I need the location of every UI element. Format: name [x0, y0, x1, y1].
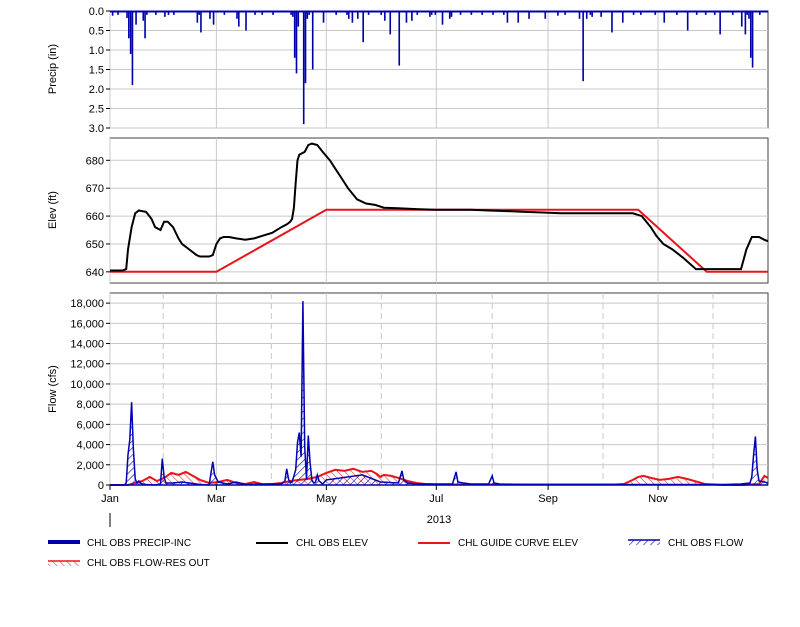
x-tick-label: May	[316, 493, 337, 505]
precip-bar	[245, 11, 247, 31]
elev-panel: 640 650 660 670 680 Elev (ft)	[47, 137, 769, 284]
legend-label-obs-elev: CHL OBS ELEV	[296, 538, 368, 549]
precip-bar	[751, 11, 754, 68]
precip-bar	[441, 11, 444, 25]
x-axis: Jan Mar May Jul Sep Nov 2013	[101, 485, 668, 527]
legend-label-precip: CHL OBS PRECIP-INC	[87, 538, 191, 549]
precip-bar	[311, 11, 314, 70]
x-tick-label: Nov	[648, 493, 668, 505]
y-tick-label: 640	[86, 267, 104, 279]
y-tick-label: 12,000	[70, 359, 104, 371]
precip-bar	[128, 11, 130, 39]
y-tick-label: 18,000	[70, 298, 104, 310]
precip-bar	[389, 11, 392, 35]
precip-bar	[663, 11, 666, 23]
precip-y-ticks: 0.0 0.5 1.0 1.5 2.0 2.5 3.0	[89, 6, 110, 135]
precip-bar	[297, 11, 300, 27]
precip-bar	[302, 11, 305, 125]
y-tick-label: 8,000	[76, 399, 104, 411]
x-tick-label: Mar	[207, 493, 226, 505]
y-tick-label: 1.0	[89, 45, 104, 57]
y-tick-label: 0.0	[89, 6, 104, 18]
legend-item-precip: CHL OBS PRECIP-INC	[48, 538, 191, 549]
x-tick-label: Jul	[429, 493, 443, 505]
y-tick-label: 0.5	[89, 26, 104, 38]
x-tick-label: Sep	[538, 493, 558, 505]
precip-bar	[144, 11, 146, 39]
y-tick-label: 1.5	[89, 65, 104, 77]
y-tick-label: 680	[86, 155, 104, 167]
precip-bar	[212, 11, 215, 25]
flow-panel: 0 2,000 4,000 6,000 8,000 10,000 12,000 14,000 1…	[47, 292, 769, 492]
precip-y-axis-title: Precip (in)	[47, 44, 59, 94]
precip-bar	[517, 11, 520, 23]
y-tick-label: 660	[86, 211, 104, 223]
legend-label-guide-curve: CHL GUIDE CURVE ELEV	[458, 538, 578, 549]
reservoir-chart: 0.0 0.5 1.0 1.5 2.0 2.5 3.0 Precip (in) 640 650…	[47, 6, 769, 569]
precip-bar	[351, 11, 354, 23]
precip-bar	[744, 11, 747, 35]
precip-bar	[719, 11, 721, 35]
precip-bar	[506, 11, 509, 23]
precip-bar	[196, 11, 199, 23]
flow-y-ticks: 0 2,000 4,000 6,000 8,000 10,000 12,000 14,000 1…	[70, 298, 110, 492]
precip-bar	[740, 11, 743, 27]
precip-bar	[362, 11, 365, 43]
precip-panel: 0.0 0.5 1.0 1.5 2.0 2.5 3.0 Precip (in)	[47, 6, 769, 135]
flow-plot-area	[109, 292, 769, 486]
precip-bar	[304, 11, 307, 84]
legend-label-obs-flow: CHL OBS FLOW	[668, 538, 744, 549]
y-tick-label: 16,000	[70, 318, 104, 330]
precip-bar	[398, 11, 401, 66]
legend-item-guide-curve: CHL GUIDE CURVE ELEV	[418, 538, 578, 549]
legend-item-obs-flow: CHL OBS FLOW	[628, 538, 744, 549]
y-tick-label: 4,000	[76, 440, 104, 452]
precip-bar	[293, 11, 296, 58]
y-tick-label: 650	[86, 239, 104, 251]
legend: CHL OBS PRECIP-INC CHL OBS ELEV CHL GUID…	[48, 538, 744, 569]
y-tick-label: 2.0	[89, 84, 104, 96]
legend-label-flow-res-out: CHL OBS FLOW-RES OUT	[87, 558, 210, 569]
precip-bar	[135, 11, 137, 25]
precip-bar	[611, 11, 613, 33]
precip-bar	[749, 11, 752, 58]
precip-bar	[582, 11, 584, 82]
precip-bar	[131, 11, 134, 86]
y-tick-label: 0	[98, 480, 104, 492]
precip-bar	[295, 11, 298, 74]
precip-bar	[405, 11, 408, 23]
legend-item-flow-res-out: CHL OBS FLOW-RES OUT	[48, 558, 210, 569]
precip-bar	[129, 11, 132, 54]
legend-item-obs-elev: CHL OBS ELEV	[256, 538, 368, 549]
flow-y-axis-title: Flow (cfs)	[47, 365, 59, 413]
elev-y-ticks: 640 650 660 670 680	[86, 155, 110, 279]
elev-y-axis-title: Elev (ft)	[47, 191, 59, 229]
precip-bar	[237, 11, 240, 27]
y-tick-label: 6,000	[76, 419, 104, 431]
y-tick-label: 2.5	[89, 104, 104, 116]
precip-bar	[322, 11, 325, 23]
y-tick-label: 670	[86, 183, 104, 195]
y-tick-label: 2,000	[76, 460, 104, 472]
precip-bar	[621, 11, 624, 23]
x-tick-label: Jan	[101, 493, 119, 505]
x-axis-ticks: Jan Mar May Jul Sep Nov	[101, 485, 668, 505]
y-tick-label: 3.0	[89, 123, 104, 135]
precip-bar	[200, 11, 202, 33]
y-tick-label: 10,000	[70, 379, 104, 391]
x-axis-year-label: 2013	[427, 514, 451, 526]
y-tick-label: 14,000	[70, 339, 104, 351]
precip-bar	[686, 11, 689, 31]
